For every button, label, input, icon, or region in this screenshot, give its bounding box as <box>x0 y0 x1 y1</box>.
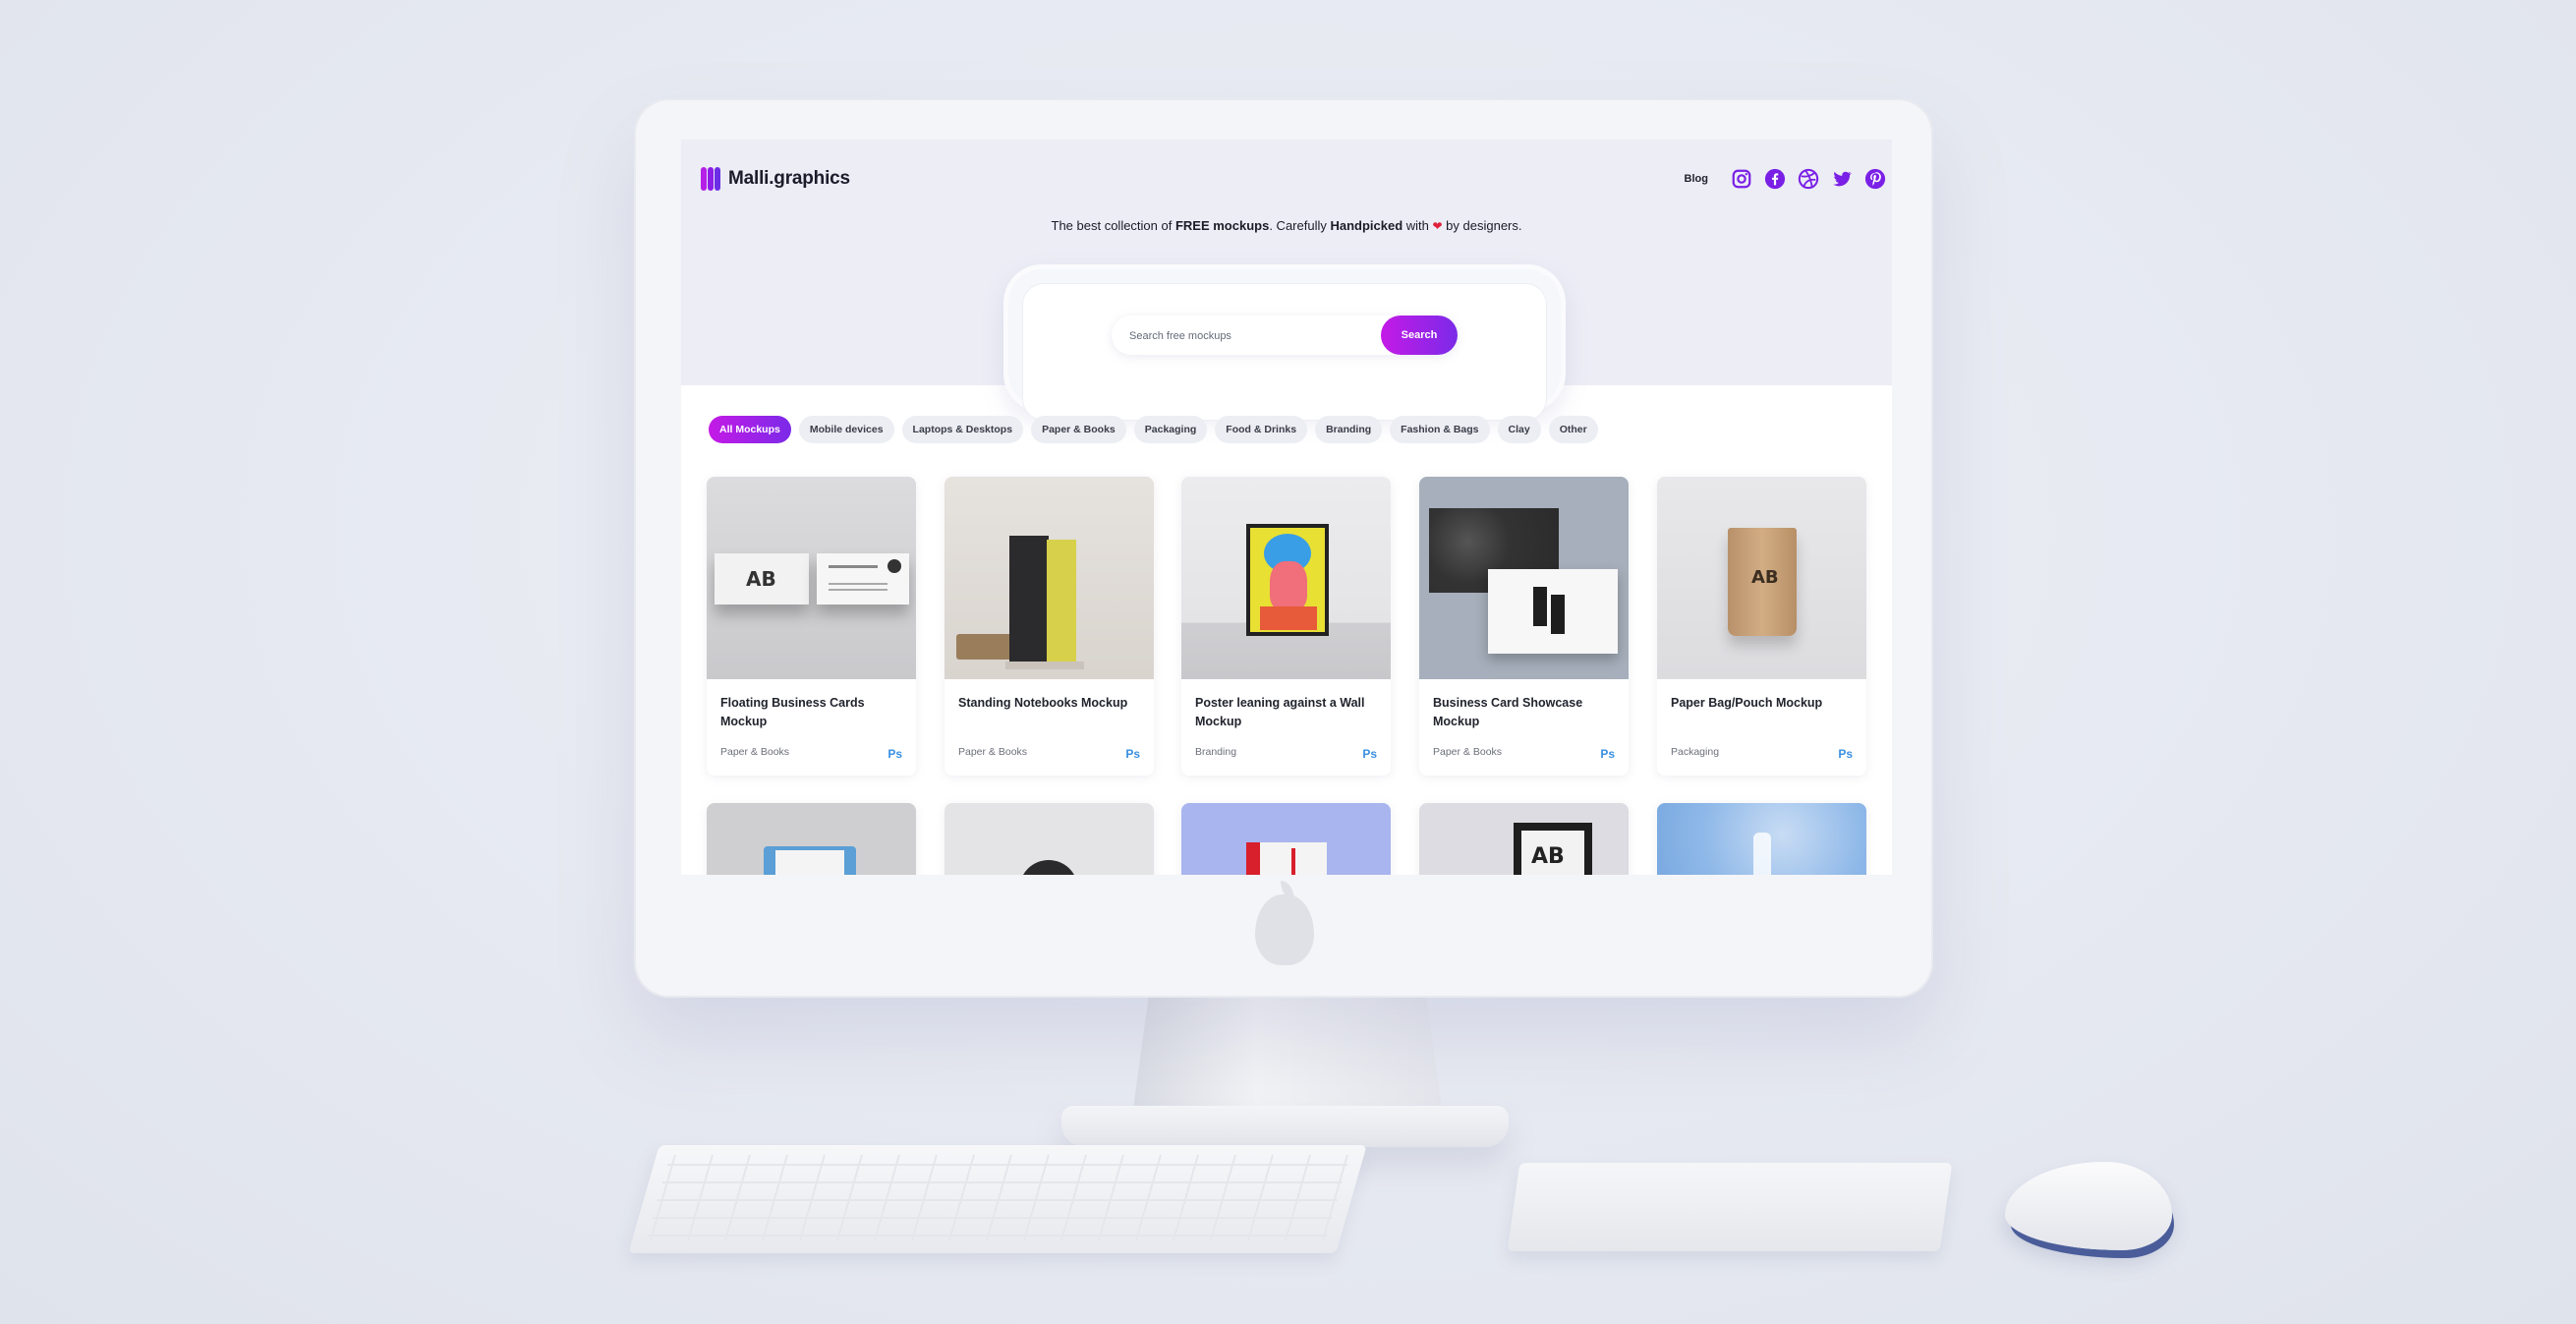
mockup-card[interactable] <box>1181 803 1391 875</box>
website-screen: Malli.graphics Blog The best collection … <box>681 140 1892 875</box>
filter-mobile-devices[interactable]: Mobile devices <box>798 416 894 443</box>
heart-icon: ❤ <box>1432 219 1443 233</box>
mockup-card[interactable]: AB <box>1419 803 1629 875</box>
card-title: Business Card Showcase Mockup <box>1433 696 1583 728</box>
mockup-card[interactable] <box>945 803 1154 875</box>
mockup-card[interactable] <box>1657 803 1866 875</box>
mockup-thumbnail <box>707 803 916 875</box>
card-title: Poster leaning against a Wall Mockup <box>1195 696 1365 728</box>
mockup-thumbnail <box>945 477 1154 679</box>
pinterest-icon[interactable] <box>1863 167 1887 191</box>
apple-logo-icon <box>1255 881 1314 965</box>
blog-link[interactable]: Blog <box>1685 173 1708 185</box>
search-input[interactable] <box>1127 316 1357 357</box>
filter-laptops-desktops[interactable]: Laptops & Desktops <box>901 416 1024 443</box>
filter-packaging[interactable]: Packaging <box>1133 416 1208 443</box>
tagline-text: The best collection of <box>1051 218 1175 233</box>
tagline-text: . Carefully <box>1269 218 1331 233</box>
photoshop-badge-icon: Ps <box>887 747 902 761</box>
filter-food-drinks[interactable]: Food & Drinks <box>1215 416 1308 443</box>
dribbble-icon[interactable] <box>1797 167 1820 191</box>
card-title: Floating Business Cards Mockup <box>720 696 865 728</box>
card-title: Paper Bag/Pouch Mockup <box>1671 696 1823 710</box>
filter-fashion-bags[interactable]: Fashion & Bags <box>1390 416 1490 443</box>
card-category: Branding <box>1195 746 1237 758</box>
mockup-thumbnail: AB <box>1419 803 1629 875</box>
card-title: Standing Notebooks Mockup <box>958 696 1128 710</box>
twitter-icon[interactable] <box>1830 167 1854 191</box>
trackpad <box>1507 1163 1953 1251</box>
tagline-handpicked: Handpicked <box>1330 218 1403 233</box>
mockup-thumbnail <box>1657 803 1866 875</box>
photoshop-badge-icon: Ps <box>1600 747 1615 761</box>
site-logo[interactable]: Malli.graphics <box>701 167 850 191</box>
instagram-icon[interactable] <box>1730 167 1753 191</box>
brand-name: Malli.graphics <box>728 168 850 189</box>
mockup-card[interactable]: AB Floating Business Cards Mockup Paper … <box>707 477 916 776</box>
tagline: The best collection of FREE mockups. Car… <box>681 218 1892 233</box>
mockup-card[interactable]: AB Paper Bag/Pouch Mockup Packaging Ps <box>1657 477 1866 776</box>
photoshop-badge-icon: Ps <box>1362 747 1377 761</box>
search-box: Search <box>1112 316 1458 357</box>
filter-other[interactable]: Other <box>1548 416 1598 443</box>
logo-mark-icon <box>701 167 720 191</box>
filter-paper-books[interactable]: Paper & Books <box>1031 416 1126 443</box>
mockup-card[interactable] <box>707 803 916 875</box>
category-filters: All Mockups Mobile devices Laptops & Des… <box>709 416 1598 443</box>
mockup-card[interactable]: Business Card Showcase Mockup Paper & Bo… <box>1419 477 1629 776</box>
mockup-thumbnail <box>1181 477 1391 679</box>
filter-clay[interactable]: Clay <box>1497 416 1541 443</box>
mockup-thumbnail <box>945 803 1154 875</box>
keyboard <box>628 1145 1367 1253</box>
card-category: Paper & Books <box>1433 746 1503 758</box>
mockup-card[interactable]: Standing Notebooks Mockup Paper & Books … <box>945 477 1154 776</box>
filter-all-mockups[interactable]: All Mockups <box>709 416 791 443</box>
mockup-thumbnail <box>1181 803 1391 875</box>
photoshop-badge-icon: Ps <box>1838 747 1853 761</box>
mockup-thumbnail <box>1419 477 1629 679</box>
tagline-text: with <box>1402 218 1433 233</box>
photoshop-badge-icon: Ps <box>1125 747 1140 761</box>
top-nav: Blog <box>1685 167 1887 191</box>
tagline-text: by designers. <box>1442 218 1522 233</box>
mockup-card[interactable]: Poster leaning against a Wall Mockup Bra… <box>1181 477 1391 776</box>
hero-section: Malli.graphics Blog The best collection … <box>681 140 1892 421</box>
search-button[interactable]: Search <box>1381 316 1458 355</box>
mouse <box>2005 1162 2172 1250</box>
card-category: Paper & Books <box>720 746 790 758</box>
monitor-stand-base <box>1061 1106 1509 1147</box>
filter-branding[interactable]: Branding <box>1315 416 1383 443</box>
card-category: Packaging <box>1671 746 1720 758</box>
facebook-icon[interactable] <box>1763 167 1787 191</box>
tagline-free: FREE mockups <box>1174 218 1270 233</box>
card-category: Paper & Books <box>958 746 1028 758</box>
mockup-thumbnail: AB <box>1657 477 1866 679</box>
mockup-thumbnail: AB <box>707 477 916 679</box>
